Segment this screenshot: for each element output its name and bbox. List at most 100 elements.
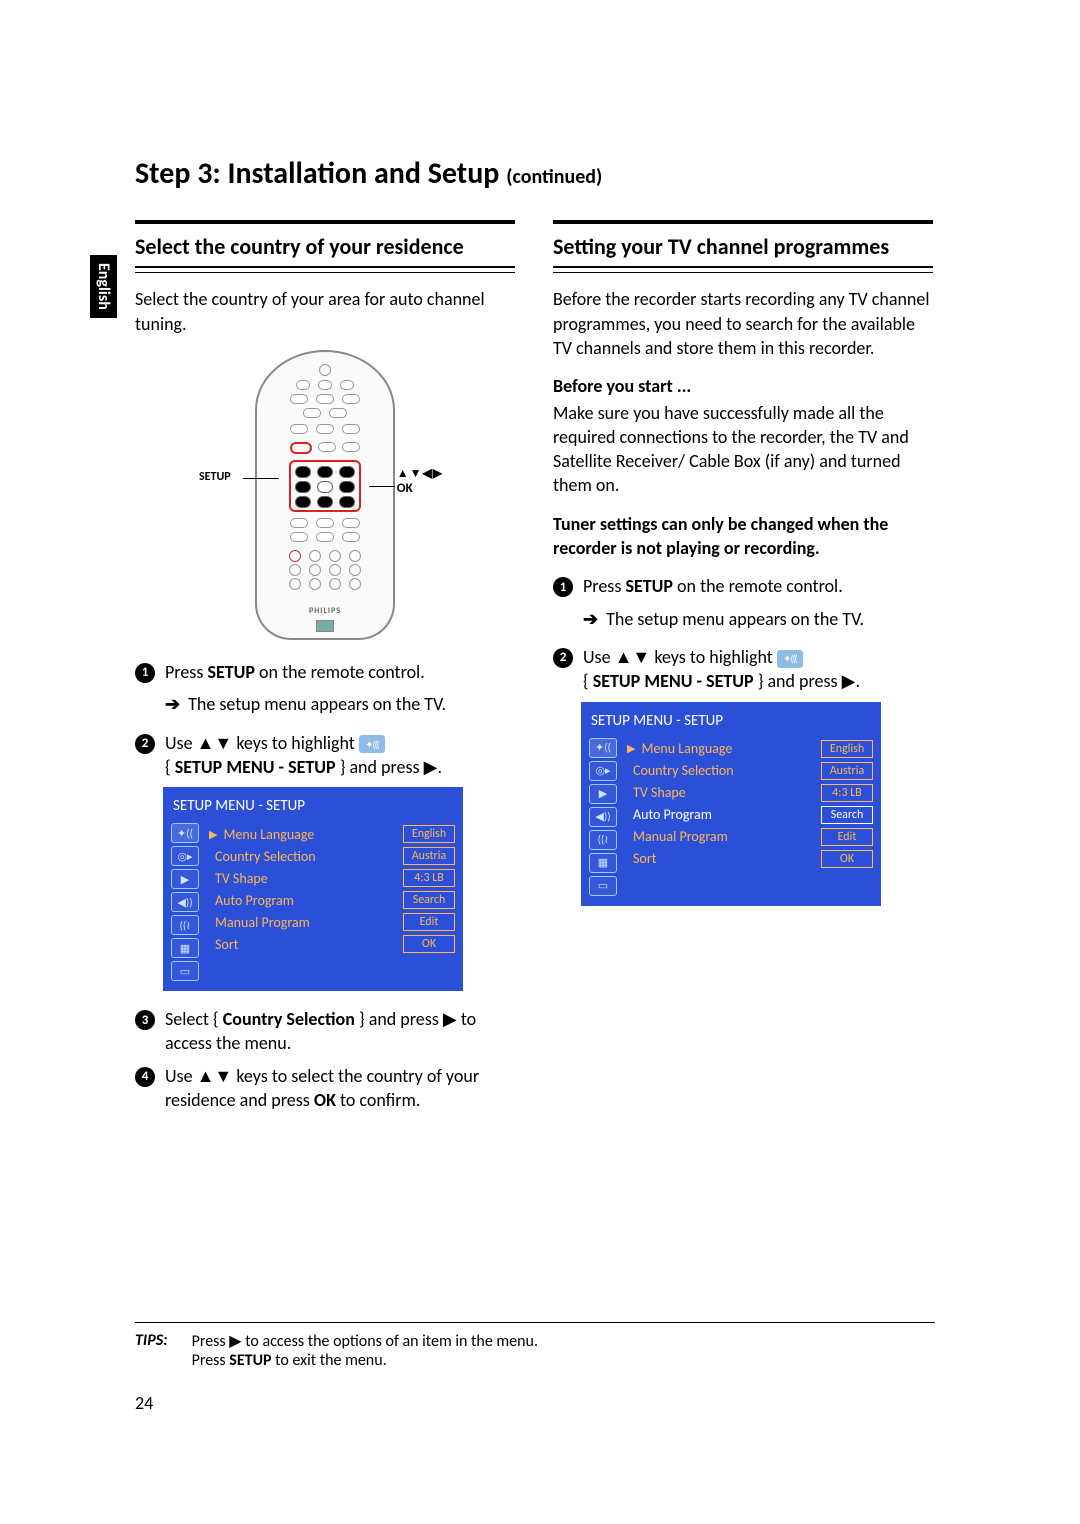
menu-icon-rec: ▦ (589, 853, 617, 873)
menu-row-label: TV Shape (215, 870, 268, 887)
menu-icon-setup: ✦(( (589, 738, 617, 758)
step-number-3-icon: 3 (135, 1010, 155, 1030)
menu-row: Manual Program Edit (627, 826, 873, 848)
result-arrow-icon: ➔ (583, 607, 598, 631)
menu-row-label: Sort (633, 850, 656, 867)
menu-row-value: Search (403, 891, 455, 909)
menu-row: Sort OK (209, 933, 455, 955)
menu-title: SETUP MENU - SETUP (589, 708, 873, 738)
setup-menu-screenshot-left: SETUP MENU - SETUP ✦(( ◎▸ ▶ ◀)) ((≀ ▦ ▭ … (163, 787, 463, 991)
menu-title: SETUP MENU - SETUP (171, 793, 455, 823)
step-number-2-icon: 2 (135, 734, 155, 754)
menu-icon-audio: ◀)) (589, 807, 617, 827)
step-4-left: 4 Use ▲▼ keys to select the country of y… (135, 1064, 515, 1113)
setup-menu-icon (359, 735, 385, 753)
step-1-right-result: ➔ The setup menu appears on the TV. (583, 607, 933, 631)
menu-row: TV Shape 4:3 LB (209, 867, 455, 889)
page-title-continued: (continued) (506, 165, 602, 189)
menu-icon-audio: ◀)) (171, 892, 199, 912)
menu-row: Sort OK (627, 848, 873, 870)
page-number: 24 (135, 1392, 153, 1414)
menu-row: Manual Program Edit (209, 911, 455, 933)
menu-row: Auto Program Search (627, 804, 873, 826)
menu-icon-play: ▶ (589, 784, 617, 804)
menu-row-label: Menu Language (223, 826, 314, 843)
setup-menu-screenshot-right: SETUP MENU - SETUP ✦(( ◎▸ ▶ ◀)) ((≀ ▦ ▭ … (581, 702, 881, 906)
step-number-1-icon: 1 (553, 577, 573, 597)
menu-row: ▶ Menu Language English (209, 823, 455, 845)
menu-row-value: Search (821, 806, 873, 824)
dpad-highlight (289, 460, 361, 512)
menu-row-label: Manual Program (215, 914, 310, 931)
section-heading-residence: Select the country of your residence (135, 220, 515, 268)
step-number-1-icon: 1 (135, 663, 155, 683)
menu-icon-disc: ◎▸ (589, 761, 617, 781)
menu-row: Auto Program Search (209, 889, 455, 911)
intro-text-left: Select the country of your area for auto… (135, 287, 515, 336)
menu-sidebar-icons: ✦(( ◎▸ ▶ ◀)) ((≀ ▦ ▭ (171, 823, 201, 981)
remote-label-arrows: ▲▼◀▶ OK (397, 466, 443, 496)
menu-row-value: OK (403, 935, 455, 953)
menu-row-label: Manual Program (633, 828, 728, 845)
before-you-start-text: Make sure you have successfully made all… (553, 401, 933, 498)
remote-logo (316, 620, 334, 632)
tips-label: TIPS: (135, 1331, 168, 1370)
page-title: Step 3: Installation and Setup (continue… (135, 155, 935, 192)
menu-sidebar-icons: ✦(( ◎▸ ▶ ◀)) ((≀ ▦ ▭ (589, 738, 619, 896)
menu-row-value: Austria (403, 847, 455, 865)
menu-icon-rec: ▦ (171, 938, 199, 958)
result-arrow-icon: ➔ (165, 692, 180, 716)
menu-row-label: Country Selection (633, 762, 734, 779)
tips-footer: TIPS: Press ▶ to access the options of a… (135, 1322, 935, 1370)
step-1-left-result: ➔ The setup menu appears on the TV. (165, 692, 515, 716)
step-number-2-icon: 2 (553, 648, 573, 668)
step-number-4-icon: 4 (135, 1067, 155, 1087)
step-3-left: 3 Select { Country Selection } and press… (135, 1007, 515, 1056)
language-tab: English (90, 255, 117, 318)
left-column: Select the country of your residence Sel… (135, 220, 515, 1120)
menu-row-marker-icon: ▶ (627, 742, 635, 755)
menu-icon-lang: ((≀ (589, 830, 617, 850)
step-2-right: 2 Use ▲▼ keys to highlight { SETUP MENU … (553, 645, 933, 694)
remote-illustration: PHILIPS SETUP ▲▼◀▶ OK (135, 350, 515, 640)
menu-row-value: English (403, 825, 455, 843)
step-1-left: 1 Press SETUP on the remote control. (135, 660, 515, 684)
menu-row-value: Edit (403, 913, 455, 931)
menu-row-label: Sort (215, 936, 238, 953)
setup-menu-icon (777, 650, 803, 668)
right-column: Setting your TV channel programmes Befor… (553, 220, 933, 1120)
menu-icon-hdd: ▭ (589, 876, 617, 896)
remote-label-setup: SETUP (199, 470, 231, 484)
intro-text-right: Before the recorder starts recording any… (553, 287, 933, 360)
page-content: Step 3: Installation and Setup (continue… (135, 155, 935, 1120)
menu-row: Country Selection Austria (627, 760, 873, 782)
page-title-main: Step 3: Installation and Setup (135, 155, 499, 192)
before-you-start-label: Before you start ... (553, 374, 933, 398)
menu-row-value: Edit (821, 828, 873, 846)
menu-row-label: Menu Language (641, 740, 732, 757)
menu-row-label: TV Shape (633, 784, 686, 801)
menu-icon-lang: ((≀ (171, 915, 199, 935)
menu-icon-hdd: ▭ (171, 961, 199, 981)
menu-row: Country Selection Austria (209, 845, 455, 867)
menu-row-value: OK (821, 850, 873, 868)
step-2-left: 2 Use ▲▼ keys to highlight { SETUP MENU … (135, 731, 515, 780)
menu-row-label: Country Selection (215, 848, 316, 865)
section-heading-tv-channel: Setting your TV channel programmes (553, 220, 933, 268)
menu-row-label: Auto Program (633, 806, 712, 823)
menu-icon-play: ▶ (171, 869, 199, 889)
step-1-right: 1 Press SETUP on the remote control. (553, 574, 933, 598)
menu-row-marker-icon: ▶ (209, 828, 217, 841)
tuner-warning: Tuner settings can only be changed when … (553, 512, 933, 561)
menu-row-value: English (821, 740, 873, 758)
menu-icon-setup: ✦(( (171, 823, 199, 843)
menu-row-value: Austria (821, 762, 873, 780)
menu-row-value: 4:3 LB (821, 784, 873, 802)
menu-row: TV Shape 4:3 LB (627, 782, 873, 804)
menu-row-value: 4:3 LB (403, 869, 455, 887)
tips-line-1: Press ▶ to access the options of an item… (192, 1331, 538, 1351)
tips-line-2: Press SETUP to exit the menu. (192, 1351, 538, 1370)
menu-row: ▶ Menu Language English (627, 738, 873, 760)
remote-brand: PHILIPS (257, 606, 393, 616)
menu-row-label: Auto Program (215, 892, 294, 909)
